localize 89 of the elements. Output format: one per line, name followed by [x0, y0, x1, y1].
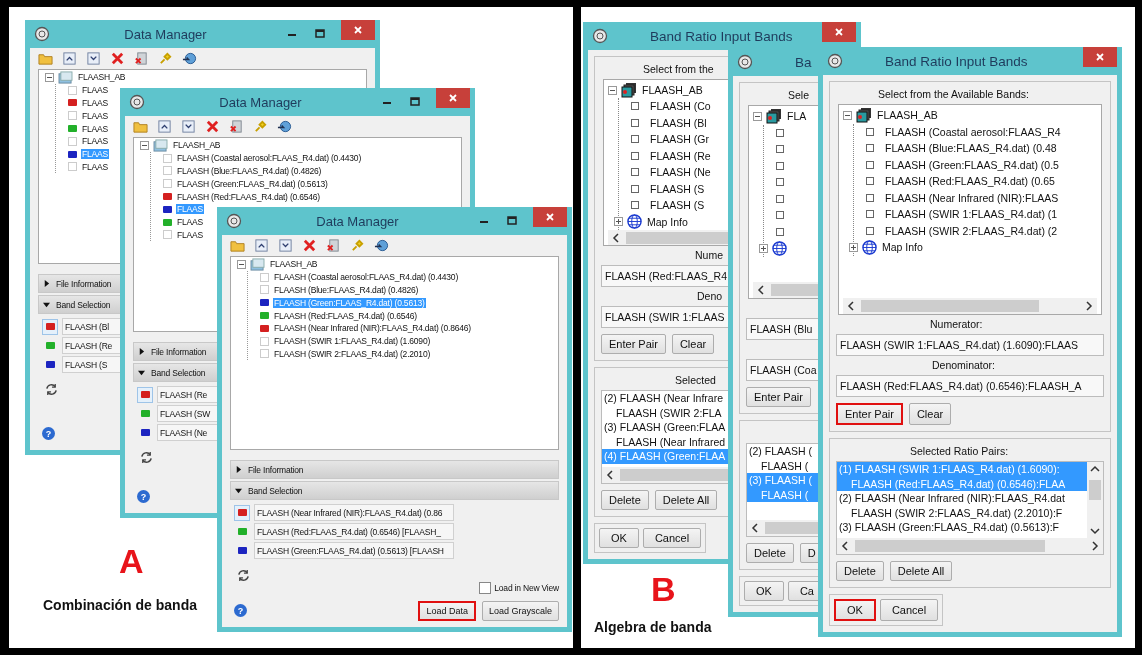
group-label: Selected Ratio Pairs:	[910, 445, 1009, 459]
band-item[interactable]: FLAASH (SWIR 1:FLAAS_R4.dat) (1.6090)	[273, 336, 432, 347]
band-slot-field[interactable]: FLAASH (Near Infrared (NIR):FLAAS_R4.dat) (0.86	[254, 504, 454, 521]
tree-root-label[interactable]: FLAASH_AB	[641, 84, 704, 96]
window-title: Data Manager	[316, 213, 399, 229]
load-in-new-view-checkbox[interactable]: Load in New View	[479, 582, 559, 594]
band-item[interactable]: FLAASH (Bl	[649, 116, 708, 129]
band-item[interactable]: FLAASH (Coastal aerosol:FLAAS_R4	[884, 125, 1062, 138]
help-icon[interactable]: ?	[234, 604, 247, 617]
push-button[interactable]: OK	[744, 581, 784, 601]
panel-caption: Algebra de banda	[594, 619, 712, 635]
band-item[interactable]: FLAASH (Red:FLAAS_R4.dat) (0.65	[884, 175, 1056, 188]
band-item[interactable]: FLAASH (Gr	[649, 133, 710, 146]
band-item[interactable]: FLAAS	[81, 161, 109, 172]
ratio-pair-item[interactable]: (3) FLAASH (Green:FLAAS_R4.dat) (0.5613):F	[837, 520, 1087, 535]
panel-letter: A	[119, 542, 144, 581]
band-item[interactable]: FLAASH (Blue:FLAAS_R4.dat) (0.4826)	[176, 166, 323, 176]
window-title: Ba	[795, 54, 812, 70]
push-button[interactable]: Cancel	[879, 599, 939, 621]
band-item[interactable]: FLAASH (Blue:FLAAS_R4.dat) (0.48	[884, 142, 1058, 155]
map-info-item[interactable]: Map Info	[881, 241, 924, 254]
band-item[interactable]: FLAASH (SWIR 2:FLAAS_R4.dat) (2.2010)	[273, 348, 432, 359]
push-button[interactable]: Delete	[601, 490, 649, 510]
band-item[interactable]: FLAASH (Co	[649, 100, 712, 113]
band-item[interactable]: FLAASH (SWIR 2:FLAAS_R4.dat) (2	[884, 224, 1059, 237]
tree-root-label[interactable]: FLAASH_AB	[876, 109, 939, 122]
group-label: Sele	[788, 89, 809, 103]
push-button[interactable]: Enter Pair	[746, 387, 811, 407]
push-button[interactable]: Clear	[908, 403, 952, 425]
panel-letter: B	[651, 570, 676, 609]
numerator-field[interactable]: FLAASH (SWIR 1:FLAAS_R4.dat) (1.6090):FLAAS	[836, 334, 1104, 356]
push-button[interactable]: Enter Pair	[601, 334, 666, 354]
push-button[interactable]: Delete	[746, 543, 794, 563]
push-button[interactable]: Cancel	[642, 528, 702, 548]
push-button[interactable]: OK	[834, 599, 876, 621]
tree-root-label[interactable]: FLAASH_AB	[269, 259, 319, 270]
band-item[interactable]: FLAAS	[81, 123, 109, 134]
window-title: Band Ratio Input Bands	[885, 53, 1028, 69]
push-button[interactable]: OK	[599, 528, 639, 548]
band-item[interactable]: FLAASH (Near Infrared (NIR):FLAAS_R4.dat) (0.8646)	[273, 323, 472, 334]
tree-root-label[interactable]: FLAASH_AB	[77, 72, 127, 83]
push-button[interactable]: Enter Pair	[836, 403, 903, 425]
band-item[interactable]: FLAASH (Re	[649, 149, 712, 162]
band-item[interactable]: FLAASH (S	[649, 182, 706, 195]
band-item[interactable]: FLAAS	[176, 229, 204, 240]
band-item[interactable]: FLAASH (Coastal aerosol:FLAAS_R4.dat) (0.4430)	[176, 153, 363, 164]
push-button[interactable]: Delete All	[889, 561, 953, 581]
help-icon[interactable]: ?	[137, 490, 150, 503]
band-item[interactable]: FLAAS	[81, 136, 109, 147]
push-button[interactable]: Delete All	[654, 490, 718, 510]
section-header[interactable]: Band Selection	[230, 481, 559, 500]
band-item[interactable]: FLAASH (Red:FLAAS_R4.dat) (0.6546)	[176, 191, 321, 202]
band-item[interactable]: FLAASH (Near Infrared (NIR):FLAAS	[884, 191, 1060, 204]
section-header[interactable]: File Information	[230, 460, 559, 480]
band-item[interactable]: FLAASH (SWIR 1:FLAAS_R4.dat) (1	[884, 208, 1059, 221]
tree-root-label[interactable]: FLAASH_AB	[172, 140, 222, 151]
band-item[interactable]: FLAASH (Coastal aerosol:FLAAS_R4.dat) (0.4430)	[273, 272, 460, 283]
denominator-field[interactable]: FLAASH (Red:FLAAS_R4.dat) (0.6546):FLAASH_A	[836, 375, 1104, 397]
band-item[interactable]: FLAAS	[81, 110, 109, 121]
push-button[interactable]: Load Data	[418, 601, 476, 621]
help-icon[interactable]: ?	[42, 427, 55, 440]
map-info-item[interactable]: Map Info	[646, 215, 689, 228]
push-button[interactable]: Delete	[836, 561, 884, 581]
window-title: Data Manager	[124, 26, 207, 42]
group-label: Select from the Available Bands:	[878, 88, 1029, 102]
band-item[interactable]: FLAASH (S	[649, 199, 706, 212]
band-slot-field[interactable]: FLAASH (Red:FLAAS_R4.dat) (0.6546) [FLAASH_	[254, 523, 454, 540]
push-button[interactable]: Clear	[671, 334, 715, 354]
band-slot-field[interactable]: FLAASH (Green:FLAAS_R4.dat) (0.5613) [FLAASH	[254, 542, 454, 559]
band-item[interactable]: FLAAS	[81, 85, 109, 96]
ratio-pair-item[interactable]: (2) FLAASH (Near Infrared (NIR):FLAAS_R4.dat FLAASH (SWIR 2:FLAAS_R4.dat) (2.2010):F	[837, 491, 1087, 520]
field-label: Denominator:	[932, 359, 996, 373]
band-item[interactable]: FLAAS	[81, 98, 109, 108]
group-label: Select from the	[643, 63, 714, 77]
group-label: Selected	[675, 374, 716, 388]
push-button[interactable]: Load Grayscale	[481, 601, 559, 621]
band-item[interactable]: FLAASH (Green:FLAAS_R4.dat) (0.5613)	[176, 178, 329, 189]
panel-caption: Combinación de banda	[43, 597, 197, 613]
field-label: Deno	[697, 290, 723, 304]
tree-root-label[interactable]: FLA	[786, 110, 808, 123]
band-item[interactable]: FLAASH (Red:FLAAS_R4.dat) (0.6546)	[273, 310, 418, 321]
window-title: Band Ratio Input Bands	[650, 28, 793, 44]
field-label: Nume	[695, 249, 723, 263]
band-item[interactable]: FLAASH (Ne	[649, 166, 712, 179]
band-item[interactable]: FLAAS	[176, 217, 204, 228]
window-title: Data Manager	[219, 94, 302, 110]
band-item[interactable]: FLAASH (Green:FLAAS_R4.dat) (0.5	[884, 158, 1060, 171]
field-label: Numerator:	[930, 318, 983, 332]
band-item[interactable]: FLAASH (Blue:FLAAS_R4.dat) (0.4826)	[273, 285, 420, 295]
